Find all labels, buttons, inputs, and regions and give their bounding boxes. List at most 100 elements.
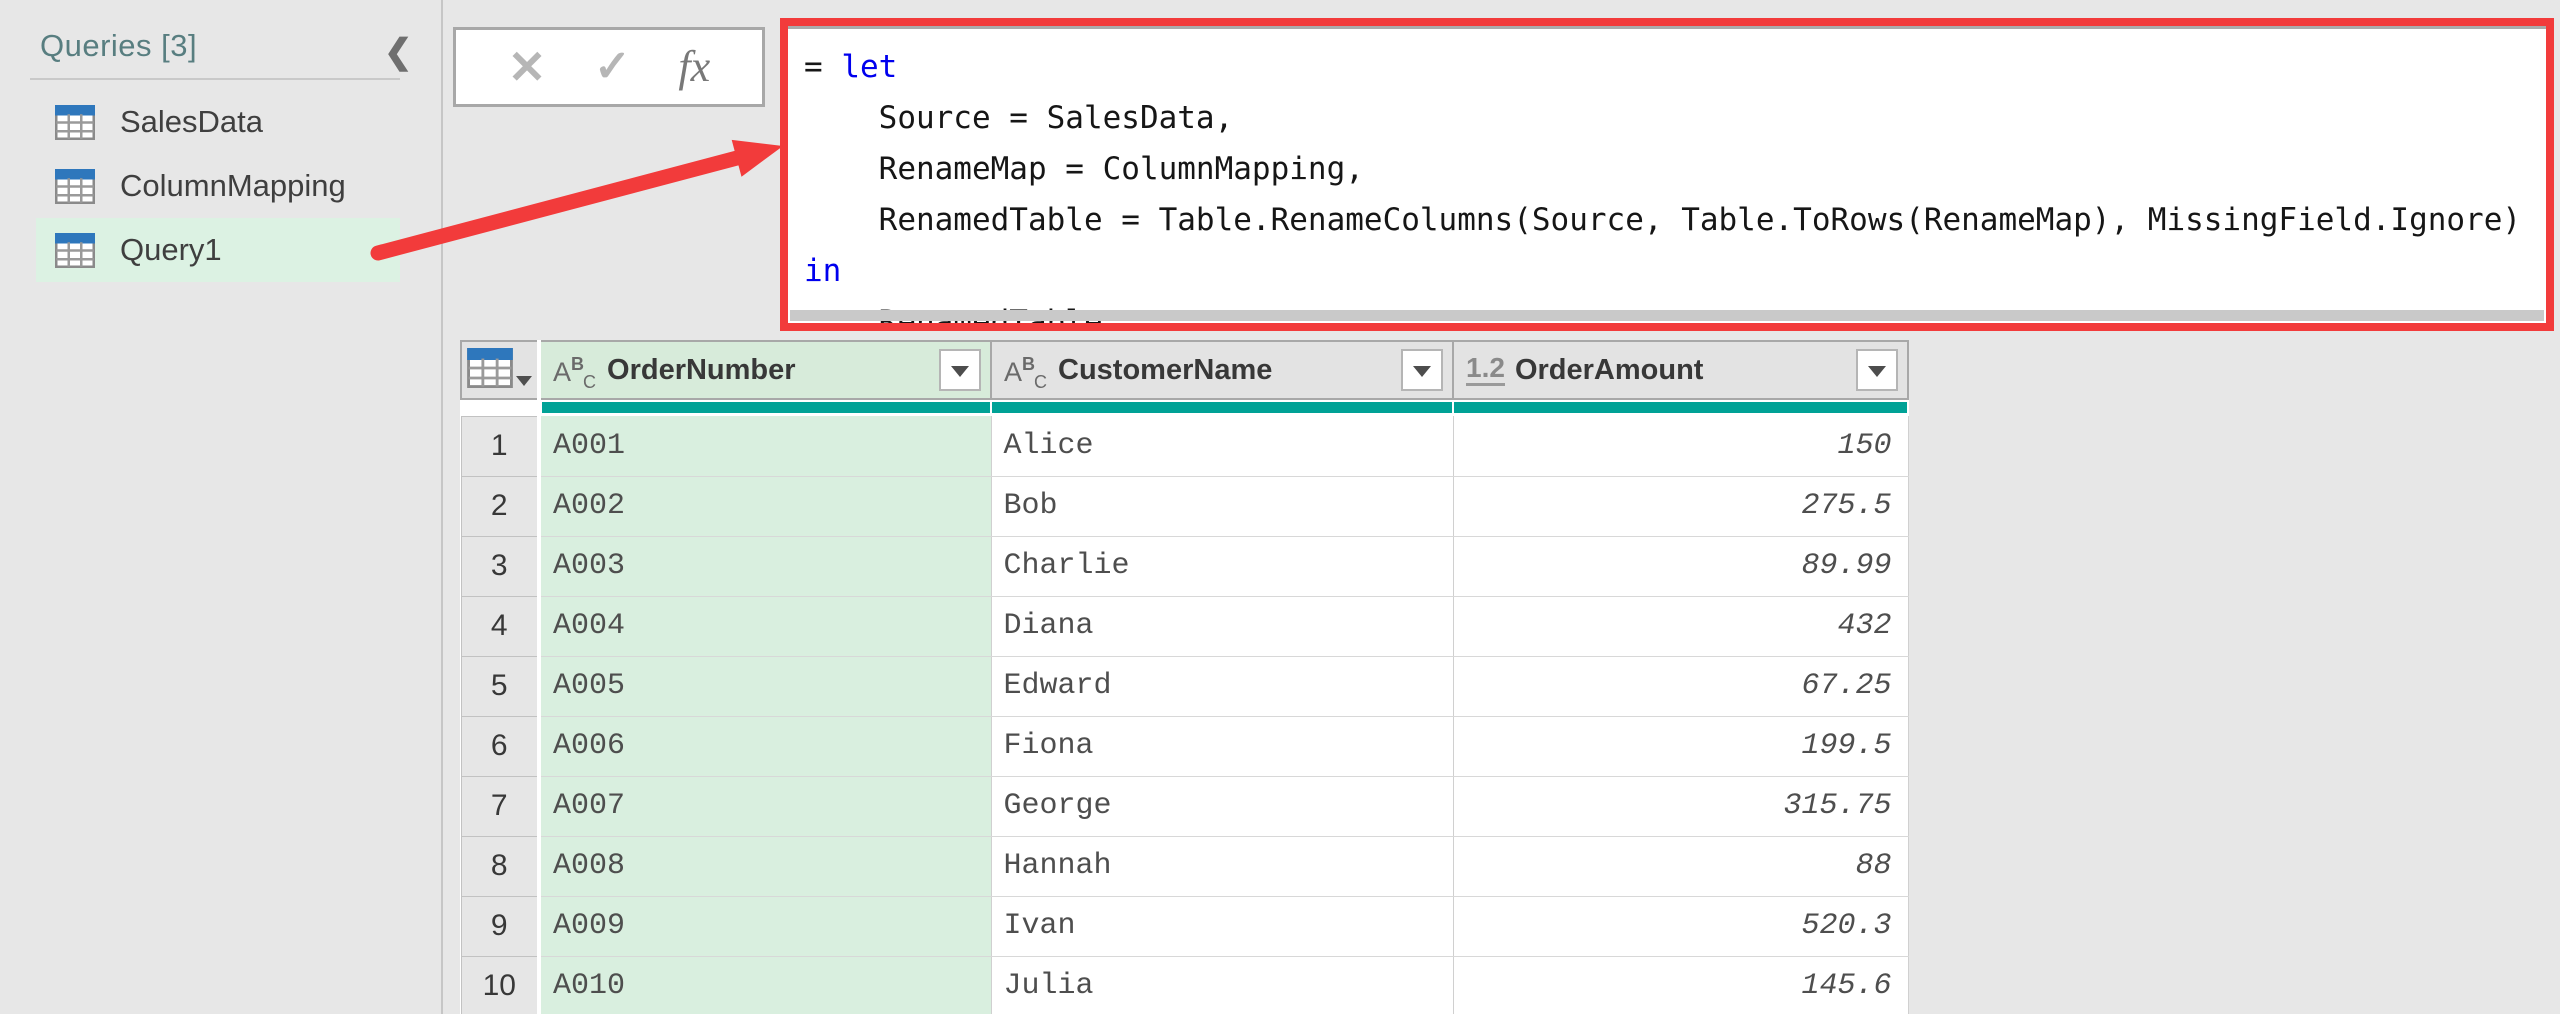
cell-orderamount[interactable]: 315.75 (1453, 776, 1909, 837)
cell-customername[interactable]: Ivan (991, 896, 1454, 957)
column-header-orderamount[interactable]: 1.2 OrderAmount (1452, 340, 1909, 400)
row-number[interactable]: 3 (460, 535, 541, 597)
cell-customername[interactable]: Diana (991, 596, 1454, 657)
text-type-icon: ABC (553, 353, 597, 392)
table-row: 4 A004 Diana 432 (460, 595, 1909, 657)
row-number[interactable]: 9 (460, 895, 541, 957)
table-row: 7 A007 George 315.75 (460, 775, 1909, 837)
query-name: SalesData (120, 104, 264, 139)
formula-code: = let Source = SalesData, RenameMap = Co… (788, 29, 2546, 323)
cell-ordernumber[interactable]: A004 (539, 596, 992, 657)
column-quality-bar (1453, 399, 1908, 416)
column-header-ordernumber[interactable]: ABC OrderNumber (538, 340, 992, 400)
cell-orderamount[interactable]: 275.5 (1453, 476, 1909, 537)
cell-orderamount[interactable]: 150 (1453, 416, 1909, 477)
cell-ordernumber[interactable]: A010 (539, 956, 992, 1014)
formula-line: in (804, 253, 842, 289)
formula-line: RenameMap = ColumnMapping, (804, 151, 1364, 187)
cell-ordernumber[interactable]: A002 (539, 476, 992, 537)
cell-orderamount[interactable]: 145.6 (1453, 956, 1909, 1014)
formula-line: = let (804, 49, 898, 85)
data-preview-grid: ABC OrderNumber ABC CustomerName 1.2 OrderAmo… (460, 340, 1909, 1014)
cell-ordernumber[interactable]: A007 (539, 776, 992, 837)
filter-dropdown-button[interactable] (1856, 349, 1898, 391)
cell-customername[interactable]: Charlie (991, 536, 1454, 597)
queries-header-divider (30, 78, 400, 80)
column-header-customername[interactable]: ABC CustomerName (990, 340, 1454, 400)
query-list: SalesData ColumnMapping Query1 (0, 90, 441, 282)
cell-orderamount[interactable]: 89.99 (1453, 536, 1909, 597)
cell-customername[interactable]: Edward (991, 656, 1454, 717)
queries-pane: Queries [3] ❮ SalesData ColumnMapping Quer… (0, 0, 441, 1014)
chevron-down-icon (1868, 366, 1886, 377)
sidebar-item-query1[interactable]: Query1 (36, 218, 400, 282)
cell-ordernumber[interactable]: A005 (539, 656, 992, 717)
cell-customername[interactable]: Julia (991, 956, 1454, 1014)
row-number[interactable]: 2 (460, 475, 541, 537)
cell-customername[interactable]: Hannah (991, 836, 1454, 897)
column-quality-row (461, 399, 1908, 416)
row-number[interactable]: 1 (460, 415, 541, 477)
table-menu-dropdown-icon (516, 375, 532, 386)
select-all-table-button[interactable] (460, 340, 541, 400)
table-icon (55, 104, 95, 140)
cell-ordernumber[interactable]: A003 (539, 536, 992, 597)
power-query-editor: Queries [3] ❮ SalesData ColumnMapping Quer… (0, 0, 2560, 1014)
table-icon (55, 232, 95, 268)
cancel-formula-icon[interactable]: ✕ (508, 44, 547, 90)
query-name: ColumnMapping (120, 168, 346, 203)
cell-orderamount[interactable]: 67.25 (1453, 656, 1909, 717)
annotation-rectangle: = let Source = SalesData, RenameMap = Co… (780, 18, 2554, 331)
table-row: 8 A008 Hannah 88 (460, 835, 1909, 897)
cell-orderamount[interactable]: 520.3 (1453, 896, 1909, 957)
cell-customername[interactable]: Alice (991, 416, 1454, 477)
row-number[interactable]: 8 (460, 835, 541, 897)
cell-customername[interactable]: Fiona (991, 716, 1454, 777)
text-type-icon: ABC (1004, 353, 1048, 392)
table-row: 5 A005 Edward 67.25 (460, 655, 1909, 717)
table-row: 6 A006 Fiona 199.5 (460, 715, 1909, 777)
row-number[interactable]: 4 (460, 595, 541, 657)
sidebar-item-salesdata[interactable]: SalesData (36, 90, 400, 154)
filter-dropdown-button[interactable] (1401, 349, 1443, 391)
table-icon (55, 168, 95, 204)
cell-customername[interactable]: Bob (991, 476, 1454, 537)
column-label: CustomerName (1058, 353, 1273, 386)
column-label: OrderNumber (607, 353, 796, 386)
row-number[interactable]: 5 (460, 655, 541, 717)
row-number[interactable]: 10 (460, 955, 541, 1014)
cell-ordernumber[interactable]: A008 (539, 836, 992, 897)
table-row: 10 A010 Julia 145.6 (460, 955, 1909, 1014)
filter-dropdown-button[interactable] (939, 349, 981, 391)
formula-line: RenamedTable = Table.RenameColumns(Sourc… (804, 202, 2522, 238)
column-quality-bar (539, 399, 991, 416)
cell-orderamount[interactable]: 199.5 (1453, 716, 1909, 777)
queries-pane-title: Queries [3] (40, 28, 198, 63)
column-label: OrderAmount (1514, 353, 1704, 386)
add-step-fx-icon[interactable]: fx (678, 45, 710, 89)
query-name: Query1 (120, 232, 222, 267)
row-number[interactable]: 7 (460, 775, 541, 837)
cell-ordernumber[interactable]: A001 (539, 416, 992, 477)
formula-line: Source = SalesData, (804, 100, 1234, 136)
accept-formula-icon[interactable]: ✓ (594, 45, 631, 89)
cell-ordernumber[interactable]: A006 (539, 716, 992, 777)
chevron-down-icon (951, 366, 969, 377)
formula-input[interactable]: = let Source = SalesData, RenameMap = Co… (788, 26, 2546, 323)
cell-orderamount[interactable]: 88 (1453, 836, 1909, 897)
table-row: 2 A002 Bob 275.5 (460, 475, 1909, 537)
formula-scrollbar-horizontal[interactable] (790, 310, 2544, 321)
table-row: 1 A001 Alice 150 (460, 415, 1909, 477)
sidebar-item-columnmapping[interactable]: ColumnMapping (36, 154, 400, 218)
cell-orderamount[interactable]: 432 (1453, 596, 1909, 657)
table-row: 3 A003 Charlie 89.99 (460, 535, 1909, 597)
table-icon (467, 347, 513, 388)
cell-ordernumber[interactable]: A009 (539, 896, 992, 957)
chevron-down-icon (1413, 366, 1431, 377)
row-number[interactable]: 6 (460, 715, 541, 777)
formula-bar-buttons: ✕ ✓ fx (453, 27, 765, 107)
grid-body: 1 A001 Alice 150 2 A002 Bob 275.5 3 A003 Charlie 89… (460, 415, 1909, 1014)
pane-divider (441, 0, 443, 1014)
cell-customername[interactable]: George (991, 776, 1454, 837)
collapse-pane-icon[interactable]: ❮ (384, 32, 413, 72)
